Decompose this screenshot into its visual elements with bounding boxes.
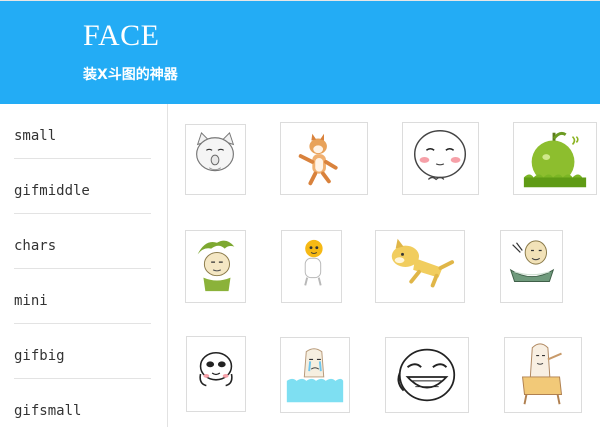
app-header: FACE 装X斗图的神器 bbox=[0, 0, 600, 104]
man-with-bowl-sticker[interactable] bbox=[500, 230, 563, 303]
sidebar-item-label: gifsmall bbox=[14, 403, 82, 419]
flying-doge-icon bbox=[391, 238, 455, 288]
sidebar-item-gifbig[interactable]: gifbig bbox=[14, 324, 151, 379]
white-cat-face-sticker[interactable] bbox=[185, 124, 246, 195]
panda-hands-on-face-sticker[interactable] bbox=[186, 336, 246, 412]
sitting-character-sticker[interactable] bbox=[504, 337, 582, 413]
green-fruit-mushroom-sticker[interactable] bbox=[513, 122, 597, 195]
sidebar-item-mini[interactable]: mini bbox=[14, 269, 151, 324]
blushing-face-icon bbox=[413, 130, 467, 181]
shiba-dog-icon bbox=[298, 133, 338, 186]
white-cat-face-icon bbox=[196, 132, 235, 172]
big-grin-face-sticker[interactable] bbox=[385, 337, 469, 413]
sidebar-item-small[interactable]: small bbox=[14, 104, 151, 159]
sidebar-item-gifsmall[interactable]: gifsmall bbox=[14, 379, 151, 427]
green-hair-face-icon bbox=[197, 240, 235, 292]
green-fruit-icon bbox=[523, 131, 587, 188]
app-subtitle: 装X斗图的神器 bbox=[83, 67, 178, 83]
yellow-ball-head-sticker[interactable] bbox=[281, 230, 342, 303]
green-hair-face-sticker[interactable] bbox=[185, 230, 246, 303]
shiba-dog-dancing-sticker[interactable] bbox=[280, 122, 368, 195]
crying-in-water-icon bbox=[286, 348, 344, 403]
app-title: FACE bbox=[83, 19, 160, 52]
sticker-grid bbox=[169, 104, 600, 427]
big-grin-face-icon bbox=[397, 348, 456, 402]
sidebar-item-label: gifmiddle bbox=[14, 183, 90, 199]
sitting-character-icon bbox=[522, 343, 563, 405]
crying-in-water-sticker[interactable] bbox=[280, 337, 350, 413]
man-with-bowl-icon bbox=[509, 240, 555, 282]
sidebar-item-label: small bbox=[14, 128, 57, 144]
yellow-ball-head-icon bbox=[304, 239, 323, 286]
flying-doge-sticker[interactable] bbox=[375, 230, 465, 303]
panda-hands-face-icon bbox=[199, 351, 233, 387]
blushing-panda-face-sticker[interactable] bbox=[402, 122, 479, 195]
sidebar-item-chars[interactable]: chars bbox=[14, 214, 151, 269]
sidebar-item-label: chars bbox=[14, 238, 57, 254]
sidebar-item-label: mini bbox=[14, 293, 48, 309]
sidebar-item-label: gifbig bbox=[14, 348, 65, 364]
sidebar-item-gifmiddle[interactable]: gifmiddle bbox=[14, 159, 151, 214]
category-sidebar: small gifmiddle chars mini gifbig gifsma… bbox=[0, 104, 168, 427]
